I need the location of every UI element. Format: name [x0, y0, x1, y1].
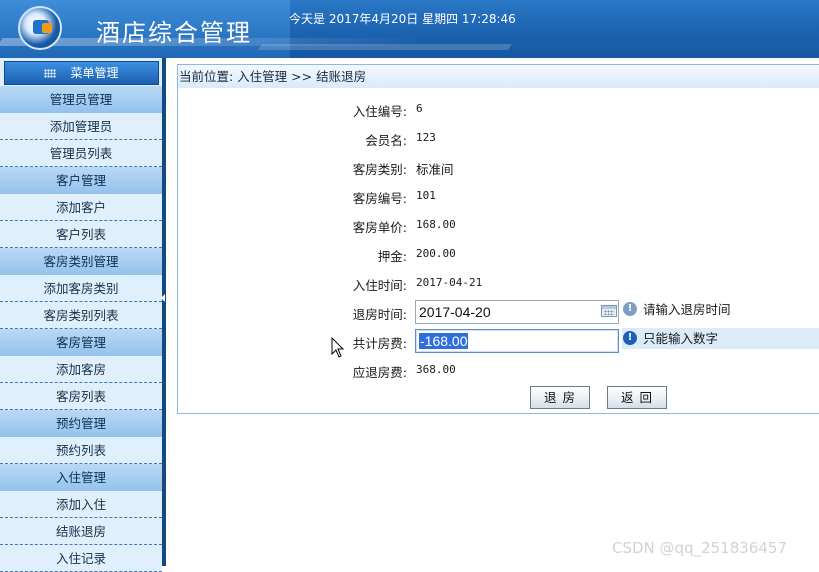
field-label-member-name: 会员名:: [365, 133, 407, 148]
sidebar-item-checkin-records[interactable]: 入住记录: [0, 545, 162, 572]
total-fee-hint: ! 只能输入数字: [622, 328, 819, 349]
back-button[interactable]: 返回: [607, 386, 667, 409]
field-label-checkin-id: 入住编号:: [352, 104, 407, 119]
sidebar-item-room-type-list[interactable]: 客房类别列表: [0, 302, 162, 329]
calendar-icon[interactable]: [601, 305, 617, 317]
sidebar-group-room[interactable]: 客房管理: [0, 329, 162, 356]
breadcrumb: 当前位置: 入住管理 >> 结账退房: [177, 64, 819, 89]
field-value-checkin-id: 6: [416, 102, 423, 115]
sidebar-item-admin-list[interactable]: 管理员列表: [0, 140, 162, 167]
field-label-room-type: 客房类别:: [352, 162, 407, 177]
menu-header: 菜单管理: [4, 61, 159, 85]
sidebar-group-customer[interactable]: 客户管理: [0, 167, 162, 194]
app-logo: [18, 6, 62, 50]
checkout-time-input[interactable]: 2017-04-20: [415, 300, 619, 324]
collapse-arrow-icon[interactable]: [161, 294, 165, 302]
mouse-cursor-icon: [331, 337, 345, 358]
date-time-text: 今天是 2017年4月20日 星期四 17:28:46: [289, 12, 516, 26]
field-label-checkout-time: 退房时间:: [352, 307, 407, 322]
field-label-deposit: 押金:: [377, 249, 407, 264]
grid-icon: [44, 69, 57, 78]
field-value-room-price: 168.00: [416, 218, 456, 231]
field-value-member-name: 123: [416, 131, 436, 144]
field-label-room-price: 客房单价:: [352, 220, 407, 235]
sidebar: 菜单管理 管理员管理 添加管理员 管理员列表 客户管理 添加客户 客户列表 客房…: [0, 58, 162, 572]
watermark-text: CSDN @qq_251836457: [612, 539, 787, 557]
sidebar-divider[interactable]: [162, 58, 166, 566]
checkout-time-hint: ! 请输入退房时间: [622, 299, 819, 320]
app-title: 酒店综合管理: [96, 19, 252, 47]
sidebar-item-room-list[interactable]: 客房列表: [0, 383, 162, 410]
sidebar-item-add-room-type[interactable]: 添加客房类别: [0, 275, 162, 302]
field-label-total-fee: 共计房费:: [352, 336, 407, 351]
sidebar-group-room-type[interactable]: 客房类别管理: [0, 248, 162, 275]
info-icon: !: [623, 302, 637, 316]
field-value-room-type: 标准间: [416, 162, 454, 177]
field-label-refund: 应退房费:: [352, 365, 407, 380]
header-stripe: [257, 44, 513, 50]
field-value-room-number: 101: [416, 189, 436, 202]
app-header: 酒店综合管理 今天是 2017年4月20日 星期四 17:28:46: [0, 0, 819, 58]
sidebar-item-add-admin[interactable]: 添加管理员: [0, 113, 162, 140]
menu-header-label: 菜单管理: [70, 66, 119, 80]
checkout-time-value: 2017-04-20: [419, 304, 491, 320]
field-label-checkin-time: 入住时间:: [352, 278, 407, 293]
field-value-refund: 368.00: [416, 363, 456, 376]
field-value-checkin-time: 2017-04-21: [416, 276, 483, 289]
total-fee-value: -168.00: [419, 333, 469, 349]
sidebar-group-checkin[interactable]: 入住管理: [0, 464, 162, 491]
sidebar-group-reservation[interactable]: 预约管理: [0, 410, 162, 437]
total-fee-input[interactable]: -168.00: [415, 329, 619, 353]
sidebar-group-admin[interactable]: 管理员管理: [0, 86, 162, 113]
checkout-time-hint-text: 请输入退房时间: [643, 302, 731, 317]
sidebar-item-checkout[interactable]: 结账退房: [0, 518, 162, 545]
checkout-button[interactable]: 退房: [530, 386, 590, 409]
field-value-deposit: 200.00: [416, 247, 456, 260]
total-fee-hint-text: 只能输入数字: [643, 331, 719, 346]
sidebar-item-add-customer[interactable]: 添加客户: [0, 194, 162, 221]
sidebar-item-add-room[interactable]: 添加客房: [0, 356, 162, 383]
sidebar-item-reservation-list[interactable]: 预约列表: [0, 437, 162, 464]
info-icon: !: [623, 331, 637, 345]
sidebar-item-customer-list[interactable]: 客户列表: [0, 221, 162, 248]
sidebar-item-add-checkin[interactable]: 添加入住: [0, 491, 162, 518]
field-label-room-number: 客房编号:: [352, 191, 407, 206]
